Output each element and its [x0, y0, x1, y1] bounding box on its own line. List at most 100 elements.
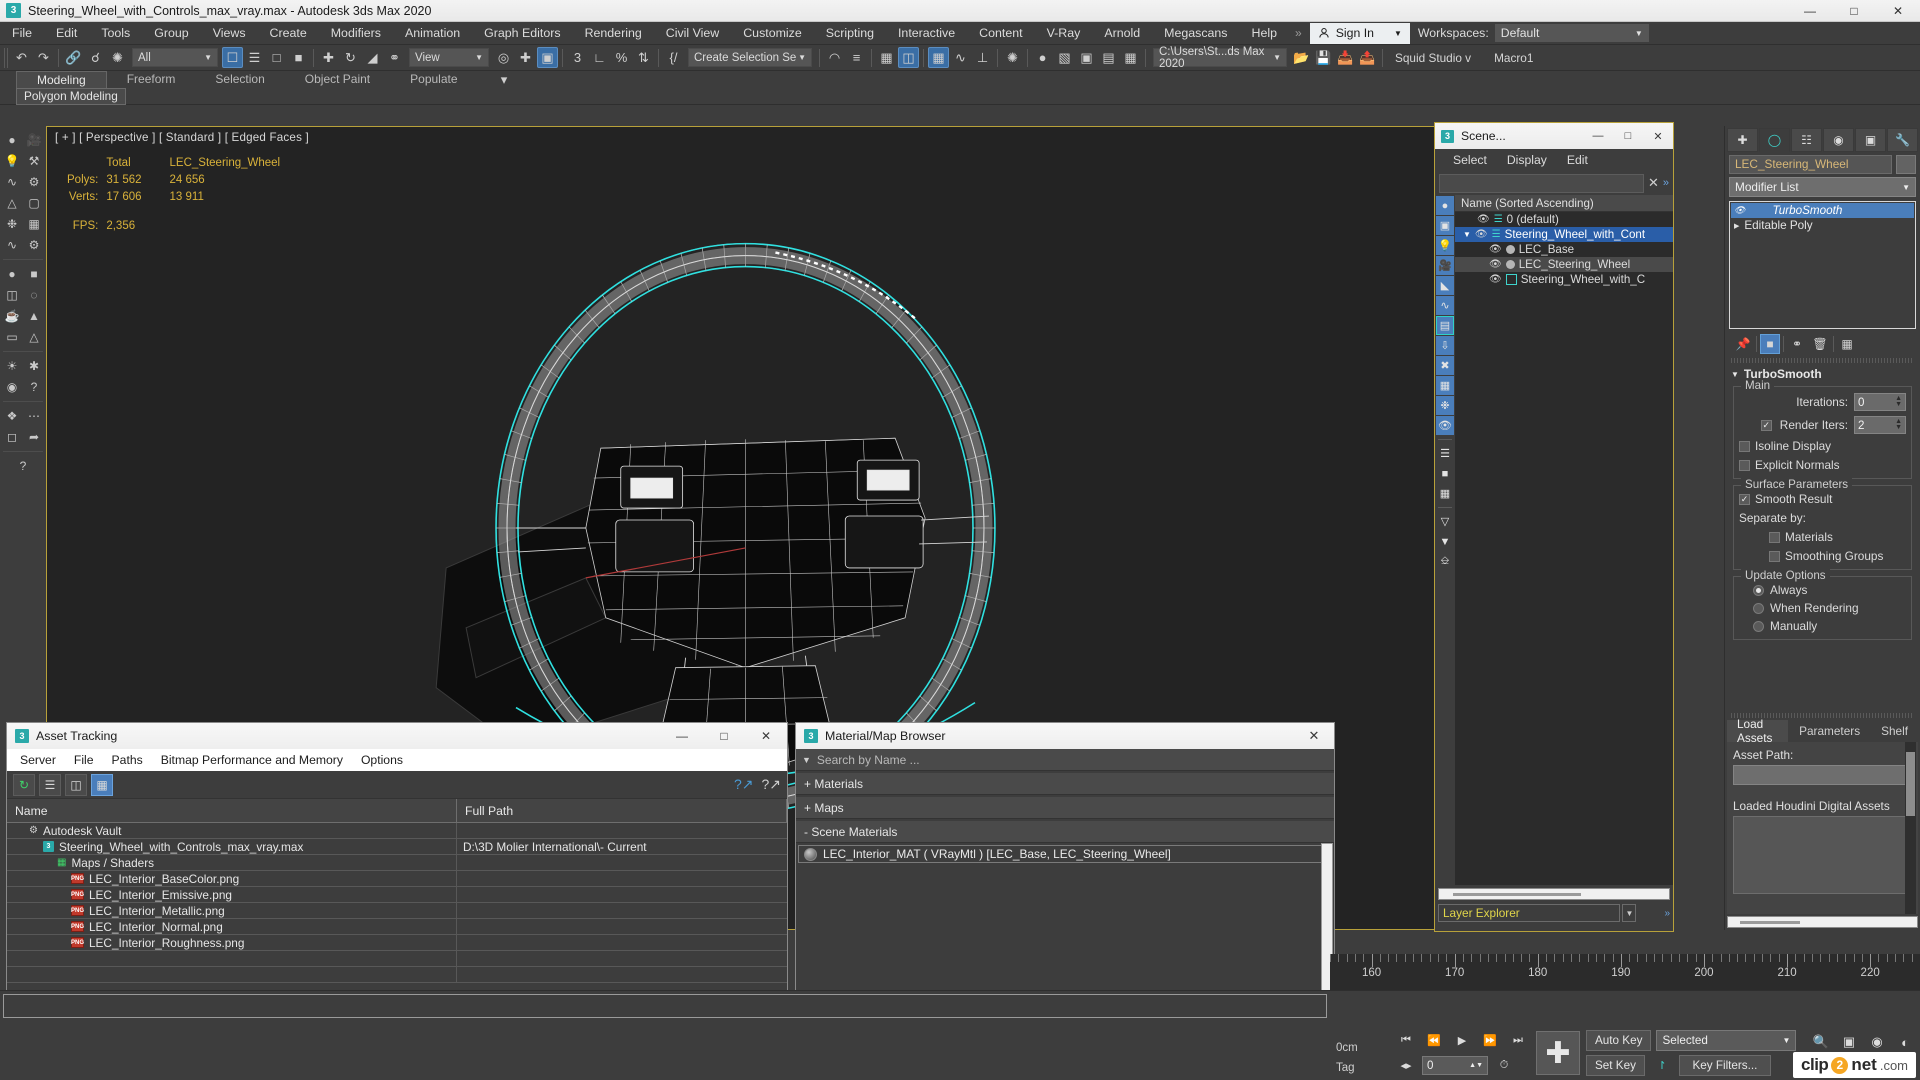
select-and-move-icon[interactable]: ✚ — [318, 47, 339, 68]
asset-menu-bitmap-performance[interactable]: Bitmap Performance and Memory — [152, 753, 352, 767]
spinner-arrows-icon[interactable]: ▲▼ — [1469, 1062, 1483, 1069]
filter-xrefs-icon[interactable]: ⇩ — [1436, 336, 1454, 355]
grid-view-icon[interactable]: ▦ — [91, 773, 113, 796]
menu-item-create[interactable]: Create — [258, 22, 319, 45]
menu-item-tools[interactable]: Tools — [89, 22, 142, 45]
select-and-scale-icon[interactable]: ◢ — [362, 47, 383, 68]
current-frame-field[interactable]: 0 ▲▼ — [1422, 1056, 1488, 1075]
status-message-field[interactable] — [3, 994, 1327, 1018]
spinner-arrows-icon[interactable]: ▲▼ — [1895, 418, 1902, 431]
target-light-icon[interactable]: ✱ — [24, 356, 45, 376]
spinner-arrows-icon[interactable]: ▲▼ — [1895, 395, 1902, 408]
chevron-down-icon[interactable]: ▼ — [1622, 904, 1637, 922]
menu-item-graph-editors[interactable]: Graph Editors — [472, 22, 572, 45]
filter-bones-icon[interactable]: ✖ — [1436, 356, 1454, 375]
table-row[interactable]: PNG LEC_Interior_Metallic.png — [7, 903, 787, 919]
scene-explorer-window[interactable]: 3 Scene... — □ ✕ Select Display Edit ✕ »… — [1434, 122, 1674, 932]
scene-row-lec-base[interactable]: 👁 LEC_Base — [1455, 242, 1673, 257]
minimize-button[interactable]: — — [1788, 0, 1832, 21]
render-frame-window-icon[interactable]: ▣ — [1076, 47, 1097, 68]
material-group-scene-materials[interactable]: - Scene Materials — [796, 821, 1334, 843]
rectangular-selection-region-icon[interactable]: □ — [266, 47, 287, 68]
tab-utilities[interactable]: 🔧 — [1887, 128, 1918, 152]
tab-hierarchy[interactable]: ☷ — [1791, 128, 1822, 152]
select-by-name-icon[interactable]: ☰ — [244, 47, 265, 68]
separate-materials-row[interactable]: Materials — [1739, 530, 1906, 544]
scene-row-steering-wheel-layer[interactable]: ▼ 👁 ☰ Steering_Wheel_with_Cont — [1455, 227, 1673, 242]
material-group-maps[interactable]: + Maps — [796, 797, 1334, 819]
asset-menu-server[interactable]: Server — [11, 753, 65, 767]
use-pivot-point-center-icon[interactable]: ◎ — [493, 47, 514, 68]
scatter-icon[interactable]: ⋯ — [24, 406, 45, 426]
scene-explorer-hscrollbar[interactable] — [1438, 888, 1670, 900]
table-row[interactable]: 3 Steering_Wheel_with_Controls_max_vray.… — [7, 839, 787, 855]
paint-selection-icon[interactable]: ● — [2, 130, 23, 150]
ribbon-tab-freeform[interactable]: Freeform — [107, 71, 196, 88]
filter-helpers-icon[interactable]: ◣ — [1436, 276, 1454, 295]
eye-icon[interactable]: 👁 — [1475, 229, 1488, 240]
scene-explorer-menu-display[interactable]: Display — [1497, 153, 1557, 167]
material-group-materials[interactable]: + Materials — [796, 773, 1334, 795]
render-production-icon[interactable]: ▤ — [1098, 47, 1119, 68]
collapse-arrow-icon[interactable]: ▼ — [1731, 370, 1739, 379]
lower-tab-load-assets[interactable]: Load Assets — [1727, 717, 1789, 745]
save-file-icon[interactable]: 💾 — [1313, 47, 1334, 68]
separate-smoothing-groups-row[interactable]: Smoothing Groups — [1739, 549, 1906, 563]
configure-modifier-sets-icon[interactable]: ▦ — [1837, 334, 1857, 354]
eye-icon[interactable]: 👁 — [1734, 205, 1745, 216]
open-file-icon[interactable]: 📂 — [1291, 47, 1312, 68]
update-always-radio[interactable] — [1753, 584, 1764, 596]
update-manually-radio[interactable] — [1753, 620, 1764, 632]
lower-tab-parameters[interactable]: Parameters — [1789, 720, 1871, 742]
macro-label[interactable]: Macro1 — [1480, 51, 1547, 65]
tab-display[interactable]: ▣ — [1855, 128, 1886, 152]
import-icon[interactable]: 📥 — [1335, 47, 1356, 68]
update-when-rendering-radio[interactable] — [1753, 602, 1764, 614]
ribbon-tab-selection[interactable]: Selection — [195, 71, 284, 88]
conform-icon[interactable]: ◻ — [2, 427, 23, 447]
show-end-result-icon[interactable]: ■ — [1760, 334, 1780, 354]
sunlight-icon[interactable]: ☀ — [2, 356, 23, 376]
update-always-row[interactable]: Always — [1739, 583, 1906, 597]
previous-frame-icon[interactable]: ⏪ — [1422, 1030, 1446, 1052]
menu-item-megascans[interactable]: Megascans — [1152, 22, 1239, 45]
patch-grid-icon[interactable]: ▦ — [24, 214, 45, 234]
system-icon[interactable]: ⚙ — [24, 172, 45, 192]
pyramid-primitive-icon[interactable]: △ — [24, 327, 45, 347]
auto-key-button[interactable]: Auto Key — [1586, 1030, 1652, 1051]
explicit-normals-row[interactable]: Explicit Normals — [1739, 458, 1906, 472]
modifier-list-dropdown[interactable]: Modifier List ▼ — [1729, 177, 1916, 197]
menu-item-civil-view[interactable]: Civil View — [654, 22, 731, 45]
studio-label[interactable]: Squid Studio v — [1387, 51, 1479, 65]
next-frame-icon[interactable]: ⏩ — [1478, 1030, 1502, 1052]
refresh-icon[interactable]: ↻ — [13, 773, 35, 796]
free-light-icon[interactable]: ◉ — [2, 377, 23, 397]
render-in-cloud-icon[interactable]: ▦ — [1120, 47, 1141, 68]
box-primitive-icon[interactable]: ■ — [24, 264, 45, 284]
select-and-manipulate-icon[interactable]: ✚ — [515, 47, 536, 68]
eye-icon[interactable]: 👁 — [1489, 274, 1502, 285]
menu-item-modifiers[interactable]: Modifiers — [319, 22, 393, 45]
particle-view-icon[interactable]: ✺ — [1002, 47, 1023, 68]
curve-editor-icon[interactable]: ∿ — [950, 47, 971, 68]
scene-explorer-close[interactable]: ✕ — [1643, 123, 1673, 149]
menu-overflow-icon[interactable]: » — [1289, 26, 1308, 40]
sign-in-button[interactable]: Sign In ▼ — [1309, 22, 1410, 44]
scene-explorer-icon[interactable]: ◫ — [898, 47, 919, 68]
named-selection-set-combo[interactable]: Create Selection Se ▼ — [688, 48, 812, 67]
cylinder-primitive-icon[interactable]: ◫ — [2, 285, 23, 305]
maximize-button[interactable]: □ — [1832, 0, 1876, 21]
spinner-snap-icon[interactable]: ⇅ — [633, 47, 654, 68]
isoline-display-row[interactable]: Isoline Display — [1739, 439, 1906, 453]
table-row[interactable] — [7, 951, 787, 967]
display-list-icon[interactable]: ☰ — [1436, 444, 1454, 463]
tree-view-icon[interactable]: ◫ — [65, 773, 87, 796]
spacewarp-icon[interactable]: ∿ — [2, 172, 23, 192]
make-unique-icon[interactable]: ⚭ — [1787, 334, 1807, 354]
filter-shapes-icon[interactable]: ▣ — [1436, 216, 1454, 235]
filter-settings-icon[interactable]: ▽ — [1436, 512, 1454, 531]
asset-column-fullpath[interactable]: Full Path — [457, 799, 787, 822]
cone-primitive-icon[interactable]: ▲ — [24, 306, 45, 326]
tab-modify[interactable]: ◯ — [1759, 128, 1790, 152]
ribbon-tab-object-paint[interactable]: Object Paint — [285, 71, 390, 88]
